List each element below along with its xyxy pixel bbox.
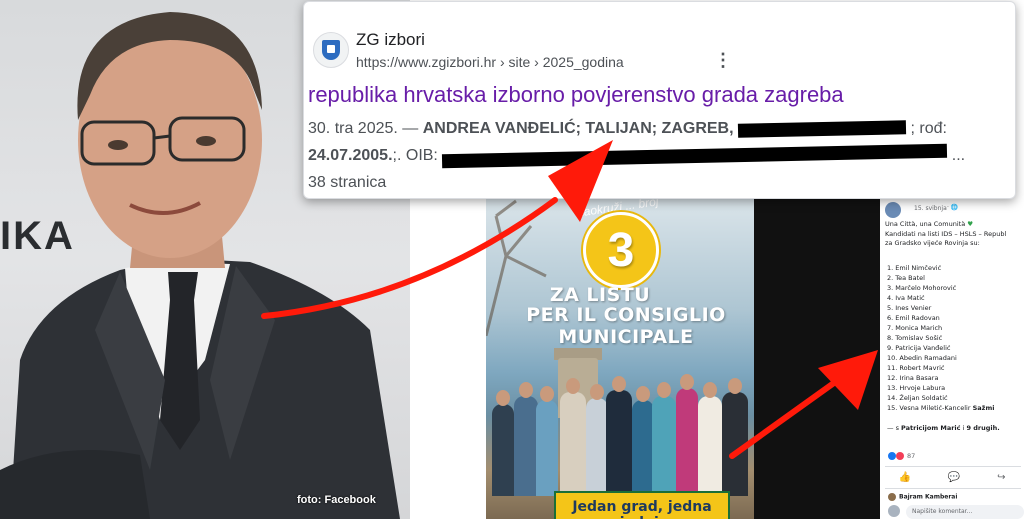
post-line-3: za Gradsko vijeće Rovinja su:	[885, 239, 980, 247]
list-item: 5. Ines Venier	[887, 304, 932, 312]
list-item: 15. Vesna Miletić-Kancelir Sažmi	[887, 404, 995, 412]
person-figure	[722, 378, 748, 496]
list-item: 1. Emil Nimčević	[887, 264, 942, 272]
list-item: 3. Marčelo Mohorović	[887, 284, 957, 292]
list-item: 11. Robert Mavrić	[887, 364, 945, 372]
background-partial-word: IKA	[0, 214, 75, 258]
result-snippet-line-2: 24.07.2005.;. OIB: ...	[308, 143, 965, 169]
list-item: 12. Irina Basara	[887, 374, 939, 382]
divider	[885, 466, 1021, 467]
tagged-people: — s Patricijom Marić i 9 drugih.	[887, 424, 1000, 432]
result-snippet-line-1: 30. tra 2025. — ANDREA VANĐELIĆ; TALIJAN…	[308, 120, 947, 138]
result-page-count: 38 stranica	[308, 174, 387, 191]
like-button-icon[interactable]: 👍	[898, 472, 910, 483]
site-favicon[interactable]	[313, 32, 349, 68]
person-figure	[606, 376, 632, 496]
list-item: 14. Željan Soldatić	[887, 394, 948, 402]
list-item: 6. Emil Radovan	[887, 314, 940, 322]
facebook-post: 15. svibnja · 🌐 Una Città, una Comunità …	[880, 196, 1024, 519]
result-site-name[interactable]: ZG izbori	[356, 30, 425, 50]
person-figure	[536, 386, 558, 496]
love-reaction-icon	[896, 452, 904, 460]
zagreb-shield-icon	[322, 40, 340, 60]
list-number-badge: 3	[583, 212, 659, 288]
more-options-icon[interactable]: ⋮	[714, 50, 732, 71]
reaction-count: 87	[907, 452, 916, 460]
tagged-others-link[interactable]: 9 drugih.	[966, 424, 999, 432]
green-heart-icon: ♥	[967, 220, 974, 228]
poster-heading-croatian: ZA LISTU	[549, 284, 651, 306]
post-date[interactable]: 15. svibnja	[914, 205, 947, 212]
list-item: 8. Tomislav Sošić	[887, 334, 943, 342]
commenter[interactable]: Bajram Kamberai	[888, 493, 957, 501]
list-item: 9. Patricija Vanđelić	[887, 344, 951, 352]
person-figure	[560, 378, 586, 496]
post-line-1: Una Città, una Comunità ♥	[885, 220, 974, 228]
post-actions: 👍 💬 ↪	[880, 472, 1024, 483]
result-title-link[interactable]: republika hrvatska izborno povjerenstvo …	[308, 82, 844, 108]
like-reaction-icon	[888, 452, 896, 460]
redaction-bar	[737, 120, 907, 138]
post-image-dark-strip	[754, 196, 880, 519]
see-less-link[interactable]: Sažmi	[973, 404, 995, 412]
tagged-person-link[interactable]: Patricijom Marić	[901, 424, 960, 432]
reactions-summary[interactable]: 87	[888, 452, 915, 460]
redaction-bar	[442, 143, 948, 169]
share-button-icon[interactable]: ↪	[997, 472, 1005, 483]
comment-input[interactable]: Napišite komentar...	[906, 505, 1024, 519]
search-result-card: ZG izbori https://www.zgizbori.hr › site…	[303, 1, 1016, 199]
person-figure	[632, 386, 654, 496]
commenter-avatar	[888, 493, 896, 501]
person-figure	[676, 374, 698, 496]
candidates-group-photo	[486, 374, 754, 496]
photo-credit: foto: Facebook	[297, 494, 376, 506]
list-item: 10. Abedin Ramadani	[887, 354, 957, 362]
person-figure	[698, 382, 722, 496]
poster-heading-italian: PER IL CONSIGLIO MUNICIPALE	[526, 304, 726, 348]
list-number: 3	[607, 223, 635, 277]
list-item: 2. Tea Batel	[887, 274, 925, 282]
user-avatar	[888, 505, 900, 517]
candidate-list: 1. Emil Nimčević 2. Tea Batel 3. Marčelo…	[887, 263, 994, 413]
comment-button-icon[interactable]: 💬	[948, 472, 960, 483]
result-url[interactable]: https://www.zgizbori.hr › site › 2025_go…	[356, 54, 624, 70]
person-figure	[652, 382, 676, 496]
poster-slogan: Jedan grad, jedna zajednica.	[554, 491, 730, 519]
list-item: 7. Monica Marich	[887, 324, 943, 332]
page-avatar[interactable]	[885, 202, 901, 218]
globe-icon: · 🌐	[947, 204, 959, 211]
person-figure	[514, 382, 538, 496]
list-item: 4. Iva Matić	[887, 294, 925, 302]
divider	[885, 488, 1021, 489]
post-line-2: Kandidati na listi IDS – HSLS – Republ	[885, 230, 1007, 238]
person-figure	[586, 384, 608, 496]
campaign-poster: Zaokruži ... broj 3 ZA LISTU PER IL CONS…	[486, 196, 754, 519]
person-figure	[492, 390, 514, 496]
list-item: 13. Hrvoje Labura	[887, 384, 946, 392]
